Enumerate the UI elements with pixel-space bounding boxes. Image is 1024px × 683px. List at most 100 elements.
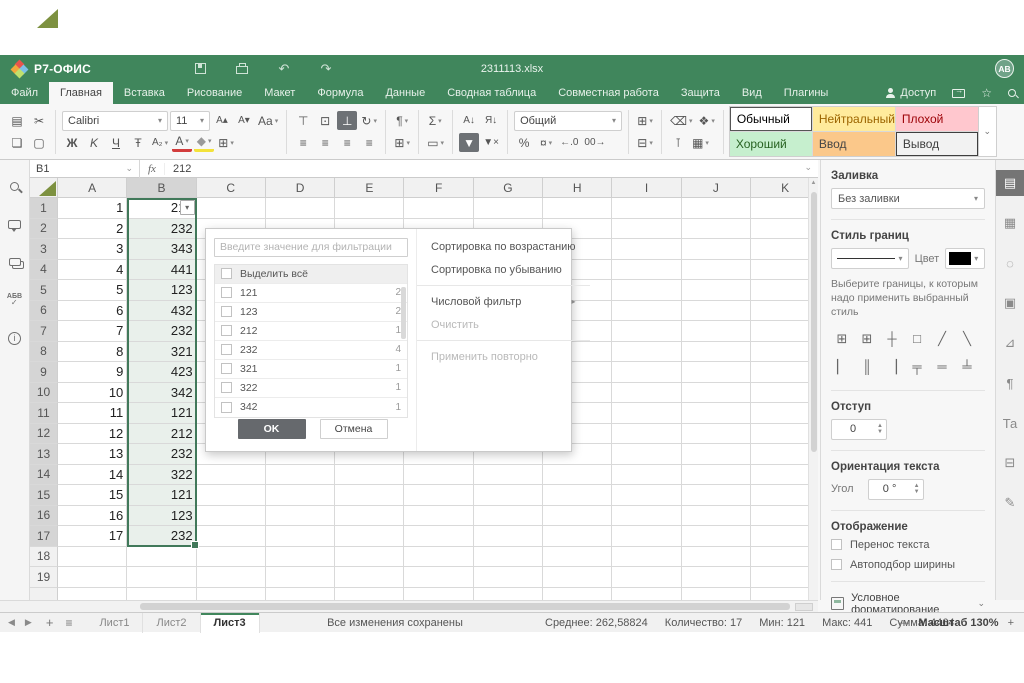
cell-column-a[interactable]: 8 (58, 342, 127, 363)
row-header[interactable]: 2 (30, 219, 58, 240)
increase-decimal-button[interactable]: 00→ (582, 133, 607, 152)
cell-column-b[interactable]: 232 (127, 526, 196, 547)
fit-width-checkbox[interactable] (831, 559, 842, 570)
about-button[interactable]: i (7, 330, 23, 346)
clear-filter-button[interactable]: ▼× (481, 133, 501, 152)
cancel-button[interactable]: Отмена (320, 419, 388, 439)
bold-button[interactable]: Ж (62, 133, 82, 152)
border-style-button[interactable]: ┼ (881, 328, 903, 350)
sheet-tab[interactable]: Лист2 (143, 613, 200, 633)
cell[interactable] (335, 547, 404, 568)
border-style-button[interactable]: ═ (931, 356, 953, 378)
cell-column-b[interactable]: 321 (127, 342, 196, 363)
row-header[interactable]: 15 (30, 485, 58, 506)
row-header[interactable]: 19 (30, 567, 58, 588)
cell-column-a[interactable]: 11 (58, 403, 127, 424)
filter-value-checkbox[interactable] (221, 344, 232, 355)
fit-width-checkbox-row[interactable]: Автоподбор ширины (831, 559, 985, 571)
row-header[interactable]: 3 (30, 239, 58, 260)
cell[interactable] (197, 485, 266, 506)
number-filter-menu-item[interactable]: Числовой фильтр ▸ (417, 290, 590, 313)
add-sheet-button[interactable]: + (46, 615, 54, 630)
sheet-nav-prev-icon[interactable]: ◀ (8, 617, 15, 628)
cell-column-b[interactable]: 232 (127, 321, 196, 342)
cell-column-b[interactable] (127, 567, 196, 588)
row-header[interactable]: 6 (30, 301, 58, 322)
align-top-button[interactable]: ⊤ (293, 111, 313, 130)
cell-column-a[interactable]: 14 (58, 465, 127, 486)
fill-select[interactable]: Без заливки (831, 188, 985, 209)
clear-button[interactable]: ⌫ (668, 111, 694, 130)
cell[interactable] (404, 198, 473, 219)
horizontal-scroll-thumb[interactable] (140, 603, 790, 610)
column-header[interactable]: B (127, 178, 196, 198)
cell-column-b[interactable]: 212 (127, 424, 196, 445)
filter-value-checkbox[interactable] (221, 287, 232, 298)
ribbon-tab[interactable]: Вид (731, 82, 773, 104)
column-header[interactable]: C (197, 178, 266, 198)
border-style-button[interactable]: ║ (856, 356, 878, 378)
filter-value-checkbox[interactable] (221, 382, 232, 393)
cell[interactable] (543, 567, 612, 588)
row-header[interactable]: 11 (30, 403, 58, 424)
row-header[interactable]: 1 (30, 198, 58, 219)
cell[interactable] (335, 198, 404, 219)
save-button[interactable] (192, 62, 208, 76)
zoom-in-button[interactable]: + (1008, 617, 1014, 629)
cell[interactable] (612, 260, 681, 281)
cell-column-b[interactable] (127, 588, 196, 601)
cell[interactable] (751, 198, 808, 219)
ribbon-tab[interactable]: Данные (374, 82, 436, 104)
sheet-tab[interactable]: Лист3 (201, 613, 260, 633)
scroll-up-arrow-icon[interactable]: ▲ (809, 178, 818, 188)
cell[interactable] (682, 301, 751, 322)
cell-column-a[interactable]: 17 (58, 526, 127, 547)
cell[interactable] (266, 526, 335, 547)
cell[interactable] (335, 567, 404, 588)
redo-button[interactable]: ↷ (318, 62, 334, 76)
sort-descending-button[interactable]: Я↓ (481, 111, 501, 130)
border-line-style-select[interactable] (831, 248, 909, 269)
cell[interactable] (751, 485, 808, 506)
cell[interactable] (543, 485, 612, 506)
ok-button[interactable]: OK (238, 419, 306, 439)
cell[interactable] (682, 239, 751, 260)
cell-style-option[interactable]: Вывод (896, 132, 978, 156)
cell[interactable] (612, 383, 681, 404)
row-header[interactable]: 17 (30, 526, 58, 547)
sheet-tab[interactable]: Лист1 (86, 613, 143, 633)
border-style-button[interactable]: ▕ (881, 356, 903, 378)
border-style-button[interactable]: □ (906, 328, 928, 350)
cell-column-a[interactable]: 6 (58, 301, 127, 322)
cell[interactable] (751, 239, 808, 260)
reapply-filter-menu-item[interactable]: Применить повторно (417, 345, 590, 368)
cell[interactable] (404, 485, 473, 506)
filter-value-row[interactable]: 322 1 (215, 379, 407, 398)
cell[interactable] (612, 280, 681, 301)
italic-button[interactable]: K (84, 133, 104, 152)
stepper-arrows-icon[interactable]: ▲▼ (911, 483, 923, 495)
cell[interactable] (682, 485, 751, 506)
cell-column-b[interactable]: 212 (127, 198, 196, 219)
cell[interactable] (197, 567, 266, 588)
cell-column-a[interactable]: 10 (58, 383, 127, 404)
stepper-arrows-icon[interactable]: ▲▼ (874, 423, 886, 435)
decrease-font-button[interactable]: A▾ (234, 111, 254, 130)
cell[interactable] (404, 506, 473, 527)
copy-button[interactable]: ❏ (7, 133, 27, 152)
filter-value-row[interactable]: 121 2 (215, 284, 407, 303)
vertical-scroll-thumb[interactable] (811, 192, 817, 452)
cell-column-b[interactable]: 121 (127, 403, 196, 424)
cell-column-b[interactable]: 123 (127, 506, 196, 527)
cell[interactable] (751, 362, 808, 383)
cell-settings-icon[interactable]: ▤ (996, 170, 1024, 196)
table-settings-icon[interactable]: ▦ (996, 210, 1024, 236)
indent-stepper[interactable]: 0 ▲▼ (831, 419, 887, 440)
shape-settings-icon[interactable]: ◌ (996, 250, 1024, 276)
text-orientation-button[interactable]: ↻ (359, 111, 379, 130)
cell[interactable] (335, 465, 404, 486)
comments-button[interactable] (7, 216, 23, 232)
sort-ascending-menu-item[interactable]: Сортировка по возрастанию (417, 235, 590, 258)
font-color-button[interactable]: A (172, 133, 192, 152)
horizontal-scrollbar[interactable] (0, 600, 818, 612)
